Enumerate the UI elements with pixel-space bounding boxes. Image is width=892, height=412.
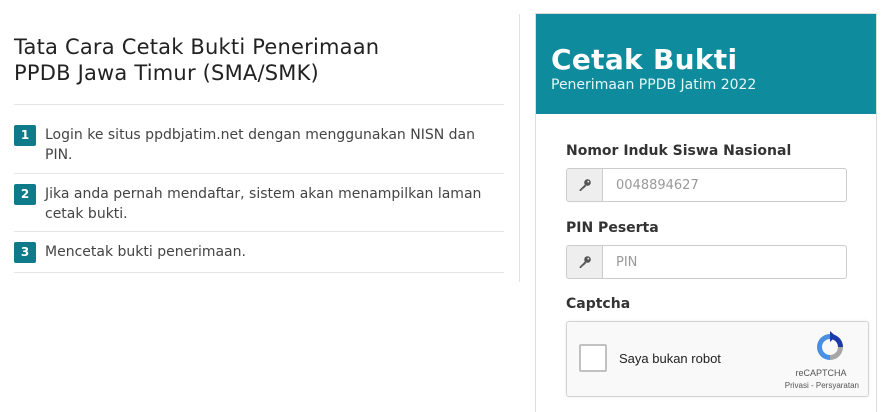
steps-list: 1 Login ke situs ppdbjatim.net dengan me… (14, 105, 504, 273)
nisn-input[interactable] (602, 168, 847, 202)
key-icon (566, 168, 602, 202)
step-text: Login ke situs ppdbjatim.net dengan meng… (45, 127, 475, 163)
guide-title: Tata Cara Cetak Bukti Penerimaan PPDB Ja… (14, 34, 504, 86)
recaptcha-checkbox[interactable] (579, 344, 607, 372)
recaptcha-checkbox-label: Saya bukan robot (619, 351, 721, 366)
panel-title: Cetak Bukti (551, 43, 738, 76)
nisn-field-group (566, 168, 847, 202)
key-icon (566, 245, 602, 279)
guide-title-line2: PPDB Jawa Timur (SMA/SMK) (14, 61, 319, 85)
step-number-badge: 1 (14, 125, 36, 146)
step-item: 1 Login ke situs ppdbjatim.net dengan me… (14, 105, 504, 174)
step-text: Mencetak bukti penerimaan. (45, 244, 246, 260)
recaptcha-terms-link[interactable]: Privasi - Persyaratan (785, 381, 859, 390)
login-form: Nomor Induk Siswa Nasional PIN Peserta (536, 114, 876, 397)
nisn-label: Nomor Induk Siswa Nasional (566, 143, 792, 159)
step-number-badge: 2 (14, 184, 36, 205)
pin-field-group (566, 245, 847, 279)
step-number-badge: 3 (14, 242, 36, 263)
panel-header: Cetak Bukti Penerimaan PPDB Jatim 2022 (536, 14, 876, 114)
recaptcha-brand: reCAPTCHA (795, 368, 847, 378)
step-item: 3 Mencetak bukti penerimaan. (14, 232, 504, 273)
panel-subtitle: Penerimaan PPDB Jatim 2022 (551, 77, 757, 93)
pin-label: PIN Peserta (566, 220, 659, 236)
step-text: Jika anda pernah mendaftar, sistem akan … (45, 186, 482, 222)
vertical-divider (519, 14, 520, 282)
guide-title-line1: Tata Cara Cetak Bukti Penerimaan (14, 35, 380, 59)
guide-section: Tata Cara Cetak Bukti Penerimaan PPDB Ja… (14, 34, 504, 273)
recaptcha-widget: Saya bukan robot reCAPTCHA Privasi - Per… (566, 321, 869, 397)
print-proof-panel: Cetak Bukti Penerimaan PPDB Jatim 2022 N… (535, 13, 877, 412)
step-item: 2 Jika anda pernah mendaftar, sistem aka… (14, 174, 504, 232)
recaptcha-logo-icon (814, 331, 846, 363)
captcha-label: Captcha (566, 296, 631, 312)
pin-input[interactable] (602, 245, 847, 279)
